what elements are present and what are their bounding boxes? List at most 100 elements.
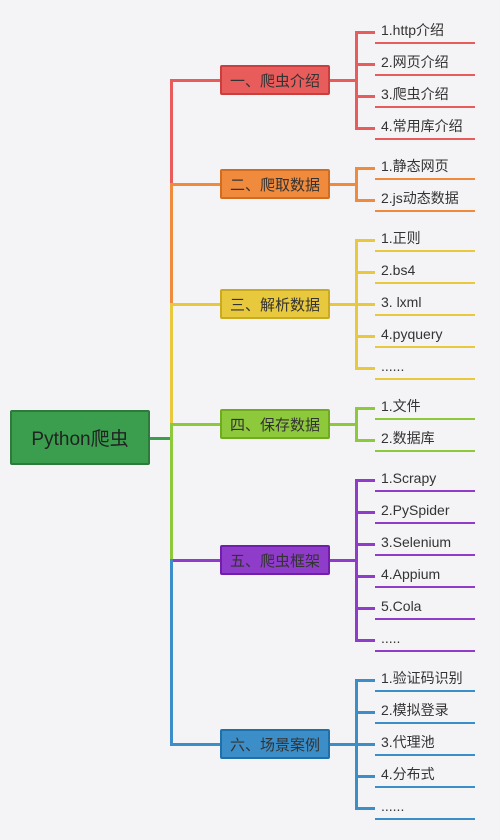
branch-label: 五、爬虫框架 [230, 550, 320, 571]
connector-line [355, 479, 358, 642]
leaf-label: 3. lxml [381, 294, 421, 310]
leaf-label: 4.常用库介绍 [381, 116, 463, 136]
root-node[interactable]: Python爬虫 [10, 410, 150, 465]
branch-node-5[interactable]: 五、爬虫框架 [220, 545, 330, 575]
leaf-node[interactable]: 2.模拟登录 [375, 700, 475, 724]
connector-line [355, 239, 375, 242]
leaf-node[interactable]: 3. lxml [375, 292, 475, 316]
leaf-label: 1.文件 [381, 396, 421, 416]
connector-line [355, 807, 375, 810]
connector-line [170, 79, 220, 82]
leaf-label: 2.PySpider [381, 502, 449, 518]
leaf-label: 3.爬虫介绍 [381, 84, 449, 104]
root-label: Python爬虫 [31, 424, 128, 451]
leaf-node[interactable]: 4.pyquery [375, 324, 475, 348]
connector-line [355, 167, 375, 170]
leaf-node[interactable]: 4.常用库介绍 [375, 116, 475, 140]
leaf-node[interactable]: 2.数据库 [375, 428, 475, 452]
leaf-label: 4.分布式 [381, 764, 435, 784]
leaf-node[interactable]: 1.文件 [375, 396, 475, 420]
leaf-label: 4.Appium [381, 566, 440, 582]
branch-node-3[interactable]: 三、解析数据 [220, 289, 330, 319]
branch-label: 六、场景案例 [230, 734, 320, 755]
connector-line [355, 31, 358, 130]
connector-line [355, 127, 375, 130]
leaf-node[interactable]: 5.Cola [375, 596, 475, 620]
leaf-node[interactable]: 2.js动态数据 [375, 188, 475, 212]
connector-line [170, 423, 220, 426]
leaf-label: 3.Selenium [381, 534, 451, 550]
leaf-node[interactable]: 3.Selenium [375, 532, 475, 556]
leaf-node[interactable]: ..... [375, 628, 475, 652]
leaf-label: 2.网页介绍 [381, 52, 449, 72]
connector-line [355, 479, 375, 482]
leaf-label: 1.静态网页 [381, 156, 449, 176]
connector-line [355, 639, 375, 642]
leaf-label: 2.模拟登录 [381, 700, 449, 720]
connector-line [170, 303, 173, 426]
leaf-label: 1.验证码识别 [381, 668, 463, 688]
leaf-node[interactable]: 4.分布式 [375, 764, 475, 788]
connector-line [330, 559, 355, 562]
connector-line [355, 711, 375, 714]
connector-line [355, 63, 375, 66]
branch-node-4[interactable]: 四、保存数据 [220, 409, 330, 439]
leaf-node[interactable]: 2.PySpider [375, 500, 475, 524]
connector-line [355, 543, 375, 546]
leaf-node[interactable]: 1.Scrapy [375, 468, 475, 492]
connector-line [355, 575, 375, 578]
connector-line [355, 407, 375, 410]
connector-line [355, 335, 375, 338]
connector-line [330, 303, 355, 306]
connector-line [170, 79, 173, 186]
leaf-node[interactable]: ...... [375, 796, 475, 820]
leaf-label: 3.代理池 [381, 732, 435, 752]
branch-node-6[interactable]: 六、场景案例 [220, 729, 330, 759]
connector-line [355, 31, 375, 34]
branch-node-1[interactable]: 一、爬虫介绍 [220, 65, 330, 95]
leaf-node[interactable]: 1.http介绍 [375, 20, 475, 44]
branch-label: 三、解析数据 [230, 294, 320, 315]
connector-line [170, 559, 220, 562]
connector-line [355, 775, 375, 778]
leaf-node[interactable]: 4.Appium [375, 564, 475, 588]
connector-line [170, 423, 173, 562]
connector-line [355, 303, 375, 306]
connector-line [330, 743, 355, 746]
leaf-node[interactable]: 1.正则 [375, 228, 475, 252]
connector-line [330, 183, 355, 186]
leaf-node[interactable]: 2.bs4 [375, 260, 475, 284]
connector-line [330, 423, 355, 426]
connector-line [355, 439, 375, 442]
leaf-node[interactable]: 1.验证码识别 [375, 668, 475, 692]
leaf-label: ...... [381, 798, 404, 814]
connector-line [355, 607, 375, 610]
leaf-label: 2.bs4 [381, 262, 415, 278]
leaf-label: ...... [381, 358, 404, 374]
leaf-node[interactable]: ...... [375, 356, 475, 380]
connector-line [355, 271, 375, 274]
leaf-label: 1.Scrapy [381, 470, 436, 486]
branch-label: 四、保存数据 [230, 414, 320, 435]
connector-line [170, 303, 220, 306]
leaf-node[interactable]: 2.网页介绍 [375, 52, 475, 76]
connector-line [170, 183, 173, 306]
branch-node-2[interactable]: 二、爬取数据 [220, 169, 330, 199]
connector-line [355, 511, 375, 514]
connector-line [355, 407, 358, 442]
leaf-label: 1.正则 [381, 228, 421, 248]
leaf-label: 5.Cola [381, 598, 421, 614]
connector-line [355, 95, 375, 98]
leaf-node[interactable]: 3.代理池 [375, 732, 475, 756]
leaf-label: 2.数据库 [381, 428, 435, 448]
connector-line [170, 559, 173, 746]
connector-line [170, 743, 220, 746]
leaf-node[interactable]: 3.爬虫介绍 [375, 84, 475, 108]
leaf-label: 4.pyquery [381, 326, 442, 342]
connector-line [330, 79, 355, 82]
branch-label: 一、爬虫介绍 [230, 70, 320, 91]
connector-line [355, 199, 375, 202]
leaf-node[interactable]: 1.静态网页 [375, 156, 475, 180]
connector-line [355, 167, 358, 202]
leaf-label: 1.http介绍 [381, 20, 444, 40]
